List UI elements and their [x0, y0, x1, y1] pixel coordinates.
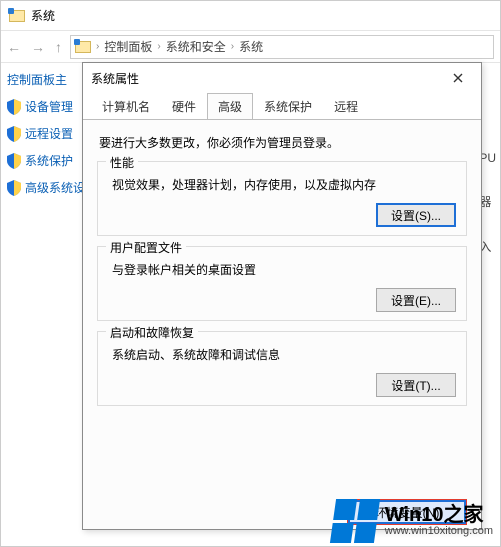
chevron-right-icon: ›	[94, 41, 101, 52]
breadcrumb[interactable]: › 控制面板 › 系统和安全 › 系统	[70, 35, 494, 59]
sidebar-item-remote[interactable]: 远程设置	[7, 125, 80, 142]
system-icon	[9, 10, 25, 22]
up-arrow-icon[interactable]: ↑	[55, 39, 62, 55]
sidebar-item-label: 系统保护	[25, 152, 73, 169]
shield-icon	[7, 153, 21, 169]
crumb-1[interactable]: 控制面板	[104, 38, 152, 55]
window-title: 系统	[31, 7, 55, 24]
tab-label: 硬件	[172, 100, 196, 114]
tab-hardware[interactable]: 硬件	[161, 93, 207, 120]
watermark-url: www.win10xitong.com	[385, 526, 493, 538]
crumb-3[interactable]: 系统	[239, 38, 263, 55]
dialog-body: 要进行大多数更改，你必须作为管理员登录。 性能 视觉效果，处理器计划，内存使用，…	[83, 119, 481, 529]
dialog-titlebar: 系统属性	[83, 63, 481, 93]
button-label: 设置(T)...	[391, 377, 440, 394]
sidebar-item-device-manager[interactable]: 设备管理	[7, 98, 80, 115]
address-bar-row: ← → ↑ › 控制面板 › 系统和安全 › 系统	[1, 31, 500, 63]
forward-arrow-icon[interactable]: →	[31, 39, 45, 55]
tab-computername[interactable]: 计算机名	[91, 93, 161, 120]
group-userprofile: 用户配置文件 与登录帐户相关的桌面设置 设置(E)...	[97, 246, 467, 321]
folder-icon	[75, 41, 91, 53]
button-label: 设置(E)...	[391, 292, 441, 309]
sidebar: 控制面板主 设备管理 远程设置 系统保护 高级系统设	[1, 63, 86, 214]
shield-icon	[7, 180, 21, 196]
tab-protection[interactable]: 系统保护	[253, 93, 323, 120]
group-title: 用户配置文件	[106, 239, 186, 256]
group-desc: 与登录帐户相关的桌面设置	[112, 261, 456, 278]
sidebar-heading: 控制面板主	[7, 71, 80, 88]
nav-arrows: ← → ↑	[7, 39, 62, 55]
settings-userprofile-button[interactable]: 设置(E)...	[376, 288, 456, 312]
chevron-right-icon: ›	[229, 41, 236, 52]
settings-startup-button[interactable]: 设置(T)...	[376, 373, 456, 397]
tab-advanced[interactable]: 高级	[207, 93, 253, 120]
tab-label: 系统保护	[264, 100, 312, 114]
group-startup: 启动和故障恢复 系统启动、系统故障和调试信息 设置(T)...	[97, 331, 467, 406]
crumb-2[interactable]: 系统和安全	[166, 38, 226, 55]
windows-logo-icon	[330, 499, 380, 543]
group-performance: 性能 视觉效果，处理器计划，内存使用，以及虚拟内存 设置(S)...	[97, 161, 467, 236]
sidebar-item-protection[interactable]: 系统保护	[7, 152, 80, 169]
sidebar-item-label: 远程设置	[25, 125, 73, 142]
close-icon	[453, 73, 463, 83]
tab-strip: 计算机名 硬件 高级 系统保护 远程	[83, 93, 481, 119]
watermark-title: Win10之家	[385, 505, 493, 526]
sidebar-item-label: 高级系统设	[25, 179, 85, 196]
sidebar-item-label: 设备管理	[25, 98, 73, 115]
close-button[interactable]	[443, 67, 473, 89]
shield-icon	[7, 126, 21, 142]
tab-remote[interactable]: 远程	[323, 93, 369, 120]
tab-label: 高级	[218, 100, 242, 114]
tab-label: 计算机名	[102, 100, 150, 114]
system-properties-dialog: 系统属性 计算机名 硬件 高级 系统保护 远程 要进行大多数更改，你必须作为管理…	[82, 62, 482, 530]
titlebar: 系统	[1, 1, 500, 31]
shield-icon	[7, 99, 21, 115]
group-title: 性能	[106, 154, 138, 171]
button-label: 设置(S)...	[391, 207, 441, 224]
group-desc: 系统启动、系统故障和调试信息	[112, 346, 456, 363]
group-title: 启动和故障恢复	[106, 324, 198, 341]
group-desc: 视觉效果，处理器计划，内存使用，以及虚拟内存	[112, 176, 456, 193]
back-arrow-icon[interactable]: ←	[7, 39, 21, 55]
sidebar-item-advanced[interactable]: 高级系统设	[7, 179, 80, 196]
watermark: Win10之家 www.win10xitong.com	[333, 499, 493, 543]
dialog-title: 系统属性	[91, 70, 139, 87]
chevron-right-icon: ›	[155, 41, 162, 52]
tab-label: 远程	[334, 100, 358, 114]
admin-note: 要进行大多数更改，你必须作为管理员登录。	[99, 134, 467, 151]
settings-performance-button[interactable]: 设置(S)...	[376, 203, 456, 227]
